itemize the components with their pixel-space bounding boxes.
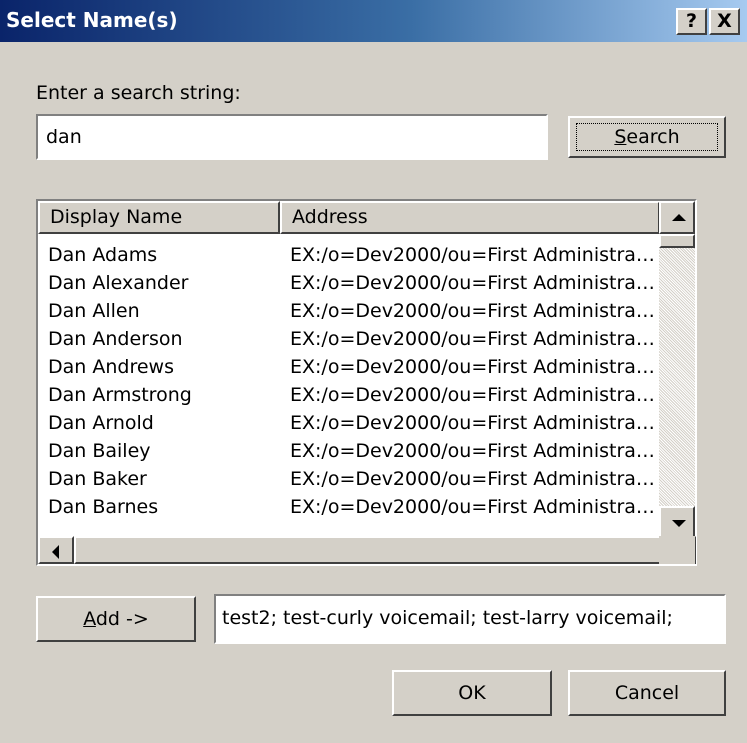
results-list[interactable]: Display Name Address Dan Adams EX:/o=Dev2… xyxy=(38,201,695,564)
vertical-scrollbar[interactable] xyxy=(659,201,695,539)
list-item[interactable]: Dan Bailey EX:/o=Dev2000/ou=First Adminis… xyxy=(38,437,693,465)
row-name: Dan Andrews xyxy=(48,356,174,378)
scroll-up-button[interactable] xyxy=(659,201,695,234)
search-input-value: dan xyxy=(46,126,82,148)
row-address: EX:/o=Dev2000/ou=First Administra… xyxy=(290,496,655,518)
list-item[interactable]: Dan Barnes EX:/o=Dev2000/ou=First Adminis… xyxy=(38,493,693,521)
row-address: EX:/o=Dev2000/ou=First Administra… xyxy=(290,300,655,322)
row-address: EX:/o=Dev2000/ou=First Administra… xyxy=(290,328,655,350)
row-name: Dan Arnold xyxy=(48,412,154,434)
recipients-field[interactable]: test2; test-curly voicemail; test-larry … xyxy=(214,594,726,644)
row-address: EX:/o=Dev2000/ou=First Administra… xyxy=(290,356,655,378)
recipient[interactable]: test-curly voicemail xyxy=(283,607,470,629)
row-name: Dan Bailey xyxy=(48,440,151,462)
row-address: EX:/o=Dev2000/ou=First Administra… xyxy=(290,384,655,406)
scroll-down-button[interactable] xyxy=(659,506,695,539)
list-item[interactable]: Dan Adams EX:/o=Dev2000/ou=First Administ… xyxy=(38,241,693,269)
add-button-label: dd -> xyxy=(95,608,149,630)
hscroll-thumb[interactable] xyxy=(74,536,674,564)
down-arrow-icon xyxy=(672,520,686,527)
up-arrow-icon xyxy=(672,214,686,221)
recipient-sep: ; xyxy=(666,607,673,629)
row-address: EX:/o=Dev2000/ou=First Administra… xyxy=(290,468,655,490)
ok-button[interactable]: OK xyxy=(392,670,552,716)
row-name: Dan Allen xyxy=(48,300,140,322)
row-name: Dan Armstrong xyxy=(48,384,192,406)
horizontal-scrollbar[interactable] xyxy=(38,536,696,564)
row-address: EX:/o=Dev2000/ou=First Administra… xyxy=(290,440,655,462)
search-label: Enter a search string: xyxy=(36,82,241,104)
recipient-sep: ; xyxy=(470,607,483,629)
row-name: Dan Anderson xyxy=(48,328,183,350)
cancel-button[interactable]: Cancel xyxy=(568,670,726,716)
add-button[interactable]: Add -> xyxy=(36,596,196,642)
close-button[interactable]: X xyxy=(709,8,740,35)
scrollbar-corner xyxy=(659,536,695,564)
scroll-left-button[interactable] xyxy=(38,536,74,564)
list-item[interactable]: Dan Andrews EX:/o=Dev2000/ou=First Admini… xyxy=(38,353,693,381)
help-button[interactable]: ? xyxy=(676,8,707,35)
row-name: Dan Barnes xyxy=(48,496,159,518)
list-item[interactable]: Dan Allen EX:/o=Dev2000/ou=First Administ… xyxy=(38,297,693,325)
column-header-address[interactable]: Address xyxy=(280,201,660,234)
list-item[interactable]: Dan Anderson EX:/o=Dev2000/ou=First Admin… xyxy=(38,325,693,353)
row-name: Dan Baker xyxy=(48,468,147,490)
row-name: Dan Adams xyxy=(48,244,158,266)
column-header-display-name[interactable]: Display Name xyxy=(38,201,280,234)
row-address: EX:/o=Dev2000/ou=First Administra… xyxy=(290,272,655,294)
row-address: EX:/o=Dev2000/ou=First Administra… xyxy=(290,412,655,434)
recipient[interactable]: test-larry voicemail xyxy=(483,607,667,629)
dialog-title: Select Name(s) xyxy=(6,8,178,32)
title-bar[interactable]: Select Name(s) ? X xyxy=(0,0,747,42)
scroll-thumb[interactable] xyxy=(659,234,695,248)
focus-rect xyxy=(576,123,718,151)
add-button-accel: A xyxy=(83,608,96,630)
search-input[interactable]: dan xyxy=(36,114,548,160)
recipient-sep: ; xyxy=(270,607,284,629)
row-name: Dan Alexander xyxy=(48,272,189,294)
list-item[interactable]: Dan Alexander EX:/o=Dev2000/ou=First Admi… xyxy=(38,269,693,297)
list-item[interactable]: Dan Arnold EX:/o=Dev2000/ou=First Adminis… xyxy=(38,409,693,437)
list-item[interactable]: Dan Baker EX:/o=Dev2000/ou=First Administ… xyxy=(38,465,693,493)
list-item[interactable]: Dan Armstrong EX:/o=Dev2000/ou=First Admi… xyxy=(38,381,693,409)
left-arrow-icon xyxy=(52,545,59,559)
row-address: EX:/o=Dev2000/ou=First Administra… xyxy=(290,244,655,266)
recipient[interactable]: test2 xyxy=(222,607,271,629)
search-button[interactable]: Search xyxy=(568,116,726,158)
